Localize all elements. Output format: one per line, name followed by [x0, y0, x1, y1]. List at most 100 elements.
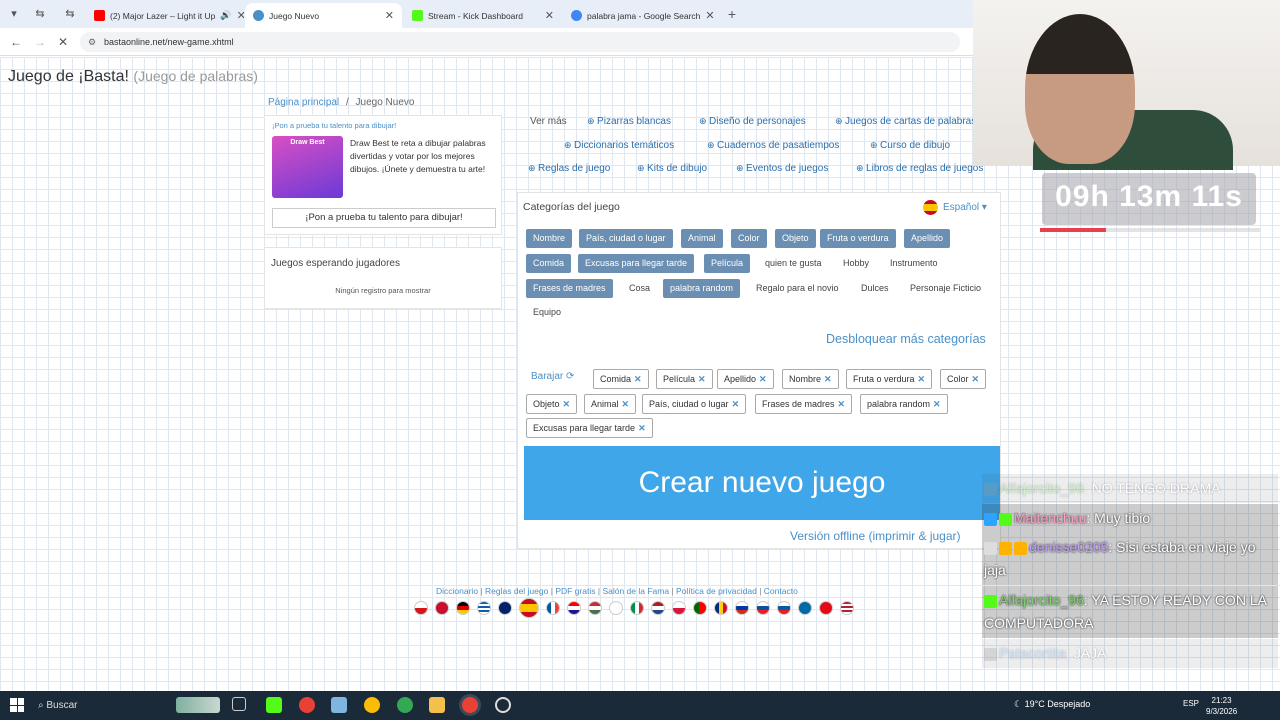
site-title[interactable]: Juego de ¡Basta! (Juego de palabras)	[8, 68, 258, 86]
category-chip[interactable]: Cosa	[622, 279, 657, 298]
taskbar-search[interactable]: ⌕ Buscar	[38, 695, 78, 716]
category-chip[interactable]: Instrumento	[883, 254, 945, 273]
sweden-flag-icon[interactable]	[798, 601, 812, 615]
promo-button[interactable]: ¡Pon a prueba tu talento para dibujar!	[272, 208, 496, 228]
remove-icon[interactable]: ✕	[918, 374, 926, 384]
selected-category[interactable]: Nombre ✕	[782, 369, 839, 389]
close-icon[interactable]: ✕	[545, 9, 554, 22]
unlock-categories-link[interactable]: Desbloquear más categorías	[826, 332, 986, 346]
shuffle-button[interactable]: Barajar ⟳	[531, 371, 574, 382]
remove-icon[interactable]: ✕	[563, 399, 571, 409]
app-icon[interactable]	[331, 697, 347, 713]
link-cartas[interactable]: ⊕ Juegos de cartas de palabras	[835, 116, 973, 127]
link-kits[interactable]: ⊕ Kits de dibujo	[637, 163, 707, 174]
indonesia-flag-icon[interactable]	[609, 601, 623, 615]
greece-flag-icon[interactable]	[477, 601, 491, 615]
remove-icon[interactable]: ✕	[638, 423, 646, 433]
usa-flag-icon[interactable]	[840, 601, 854, 615]
category-chip[interactable]: País, ciudad o lugar	[579, 229, 673, 248]
category-chip[interactable]: Dulces	[854, 279, 896, 298]
slovenia-flag-icon[interactable]	[777, 601, 791, 615]
selected-category[interactable]: Excusas para llegar tarde ✕	[526, 418, 653, 438]
category-chip[interactable]: Apellido	[904, 229, 951, 248]
remove-icon[interactable]: ✕	[972, 374, 980, 384]
link-cuadernos[interactable]: ⊕ Cuadernos de pasatiempos	[707, 140, 839, 151]
system-clock[interactable]: 21:23 9/3/2026	[1206, 695, 1237, 717]
category-chip[interactable]: Película	[704, 254, 751, 273]
system-tray[interactable]: ESP	[1183, 699, 1199, 708]
denmark-flag-icon[interactable]	[435, 601, 449, 615]
russia-flag-icon[interactable]	[735, 601, 749, 615]
selected-category[interactable]: País, ciudad o lugar ✕	[642, 394, 747, 414]
app-icon[interactable]	[266, 697, 282, 713]
selected-category[interactable]: Animal ✕	[584, 394, 637, 414]
category-chip[interactable]: Comida	[526, 254, 572, 273]
selected-category[interactable]: Apellido ✕	[717, 369, 774, 389]
weather-widget[interactable]: ☾ 19°C Despejado	[1014, 699, 1090, 710]
category-chip[interactable]: Frases de madres	[526, 279, 613, 298]
site-info-icon[interactable]: ⚙	[88, 32, 96, 52]
spain-flag-icon[interactable]	[519, 598, 539, 618]
category-chip[interactable]: quien te gusta	[758, 254, 829, 273]
widget-icon[interactable]	[176, 697, 220, 713]
selected-category[interactable]: Color ✕	[940, 369, 987, 389]
poland-flag-icon[interactable]	[672, 601, 686, 615]
category-chip[interactable]: Regalo para el novio	[749, 279, 846, 298]
chrome-icon[interactable]	[364, 697, 380, 713]
remove-icon[interactable]: ✕	[732, 399, 740, 409]
tab-kick[interactable]: Stream - Kick Dashboard ✕	[404, 3, 562, 28]
category-chip[interactable]: Animal	[681, 229, 723, 248]
germany-flag-icon[interactable]	[456, 601, 470, 615]
tab-group-icon-2[interactable]: ⇆	[62, 6, 78, 22]
slovakia-flag-icon[interactable]	[756, 601, 770, 615]
close-icon[interactable]: ✕	[705, 9, 714, 22]
footer-link[interactable]: PDF gratis	[555, 586, 595, 596]
footer-link[interactable]: Diccionario	[436, 586, 478, 596]
windows-start-icon[interactable]	[10, 698, 24, 712]
footer-link[interactable]: Política de privacidad	[676, 586, 757, 596]
link-eventos[interactable]: ⊕ Eventos de juegos	[736, 163, 828, 174]
category-chip[interactable]: Nombre	[526, 229, 573, 248]
category-chip[interactable]: Personaje Ficticio	[903, 279, 988, 298]
remove-icon[interactable]: ✕	[622, 399, 630, 409]
tab-list-icon[interactable]: ▾	[6, 6, 22, 22]
category-chip[interactable]: Color	[731, 229, 767, 248]
file-explorer-icon[interactable]	[429, 697, 445, 713]
hungary-flag-icon[interactable]	[588, 601, 602, 615]
link-diccionarios[interactable]: ⊕ Diccionarios temáticos	[564, 140, 674, 151]
selected-category[interactable]: Objeto ✕	[526, 394, 578, 414]
create-game-button[interactable]: Crear nuevo juego	[524, 446, 1000, 520]
selected-category[interactable]: Película ✕	[656, 369, 713, 389]
tab-juego-nuevo[interactable]: Juego Nuevo ✕	[245, 3, 402, 28]
croatia-flag-icon[interactable]	[567, 601, 581, 615]
close-icon[interactable]: ✕	[385, 9, 394, 22]
czech-flag-icon[interactable]	[414, 601, 428, 615]
remove-icon[interactable]: ✕	[933, 399, 941, 409]
back-icon[interactable]: ←	[10, 35, 22, 49]
romania-flag-icon[interactable]	[714, 601, 728, 615]
category-chip[interactable]: Hobby	[836, 254, 876, 273]
tab-google[interactable]: palabra jama - Google Search ✕	[563, 3, 721, 28]
link-pizarras[interactable]: ⊕ Pizarras blancas	[587, 116, 671, 127]
link-reglas[interactable]: ⊕ Reglas de juego	[528, 163, 610, 174]
category-chip[interactable]: Fruta o verdura	[820, 229, 896, 248]
url-field[interactable]: ⚙ bastaonline.net/new-game.xhtml	[80, 32, 960, 52]
footer-link[interactable]: Contacto	[764, 586, 798, 596]
link-diseno[interactable]: ⊕ Diseño de personajes	[699, 116, 806, 127]
remove-icon[interactable]: ✕	[824, 374, 832, 384]
offline-version-link[interactable]: Versión offline (imprimir & jugar)	[790, 529, 961, 543]
chrome-icon[interactable]	[397, 697, 413, 713]
france-flag-icon[interactable]	[546, 601, 560, 615]
footer-link[interactable]: Salón de la Fama	[602, 586, 669, 596]
footer-link[interactable]: Reglas del juego	[485, 586, 548, 596]
chrome-icon[interactable]	[299, 697, 315, 713]
remove-icon[interactable]: ✕	[759, 374, 767, 384]
draw-best-image[interactable]: Draw Best	[272, 136, 343, 198]
remove-icon[interactable]: ✕	[634, 374, 642, 384]
breadcrumb-home-link[interactable]: Página principal	[268, 97, 339, 108]
selected-category[interactable]: Comida ✕	[593, 369, 649, 389]
link-curso[interactable]: ⊕ Curso de dibujo	[870, 140, 950, 151]
chrome-icon[interactable]	[462, 697, 478, 713]
forward-icon[interactable]: →	[34, 35, 46, 49]
italy-flag-icon[interactable]	[630, 601, 644, 615]
